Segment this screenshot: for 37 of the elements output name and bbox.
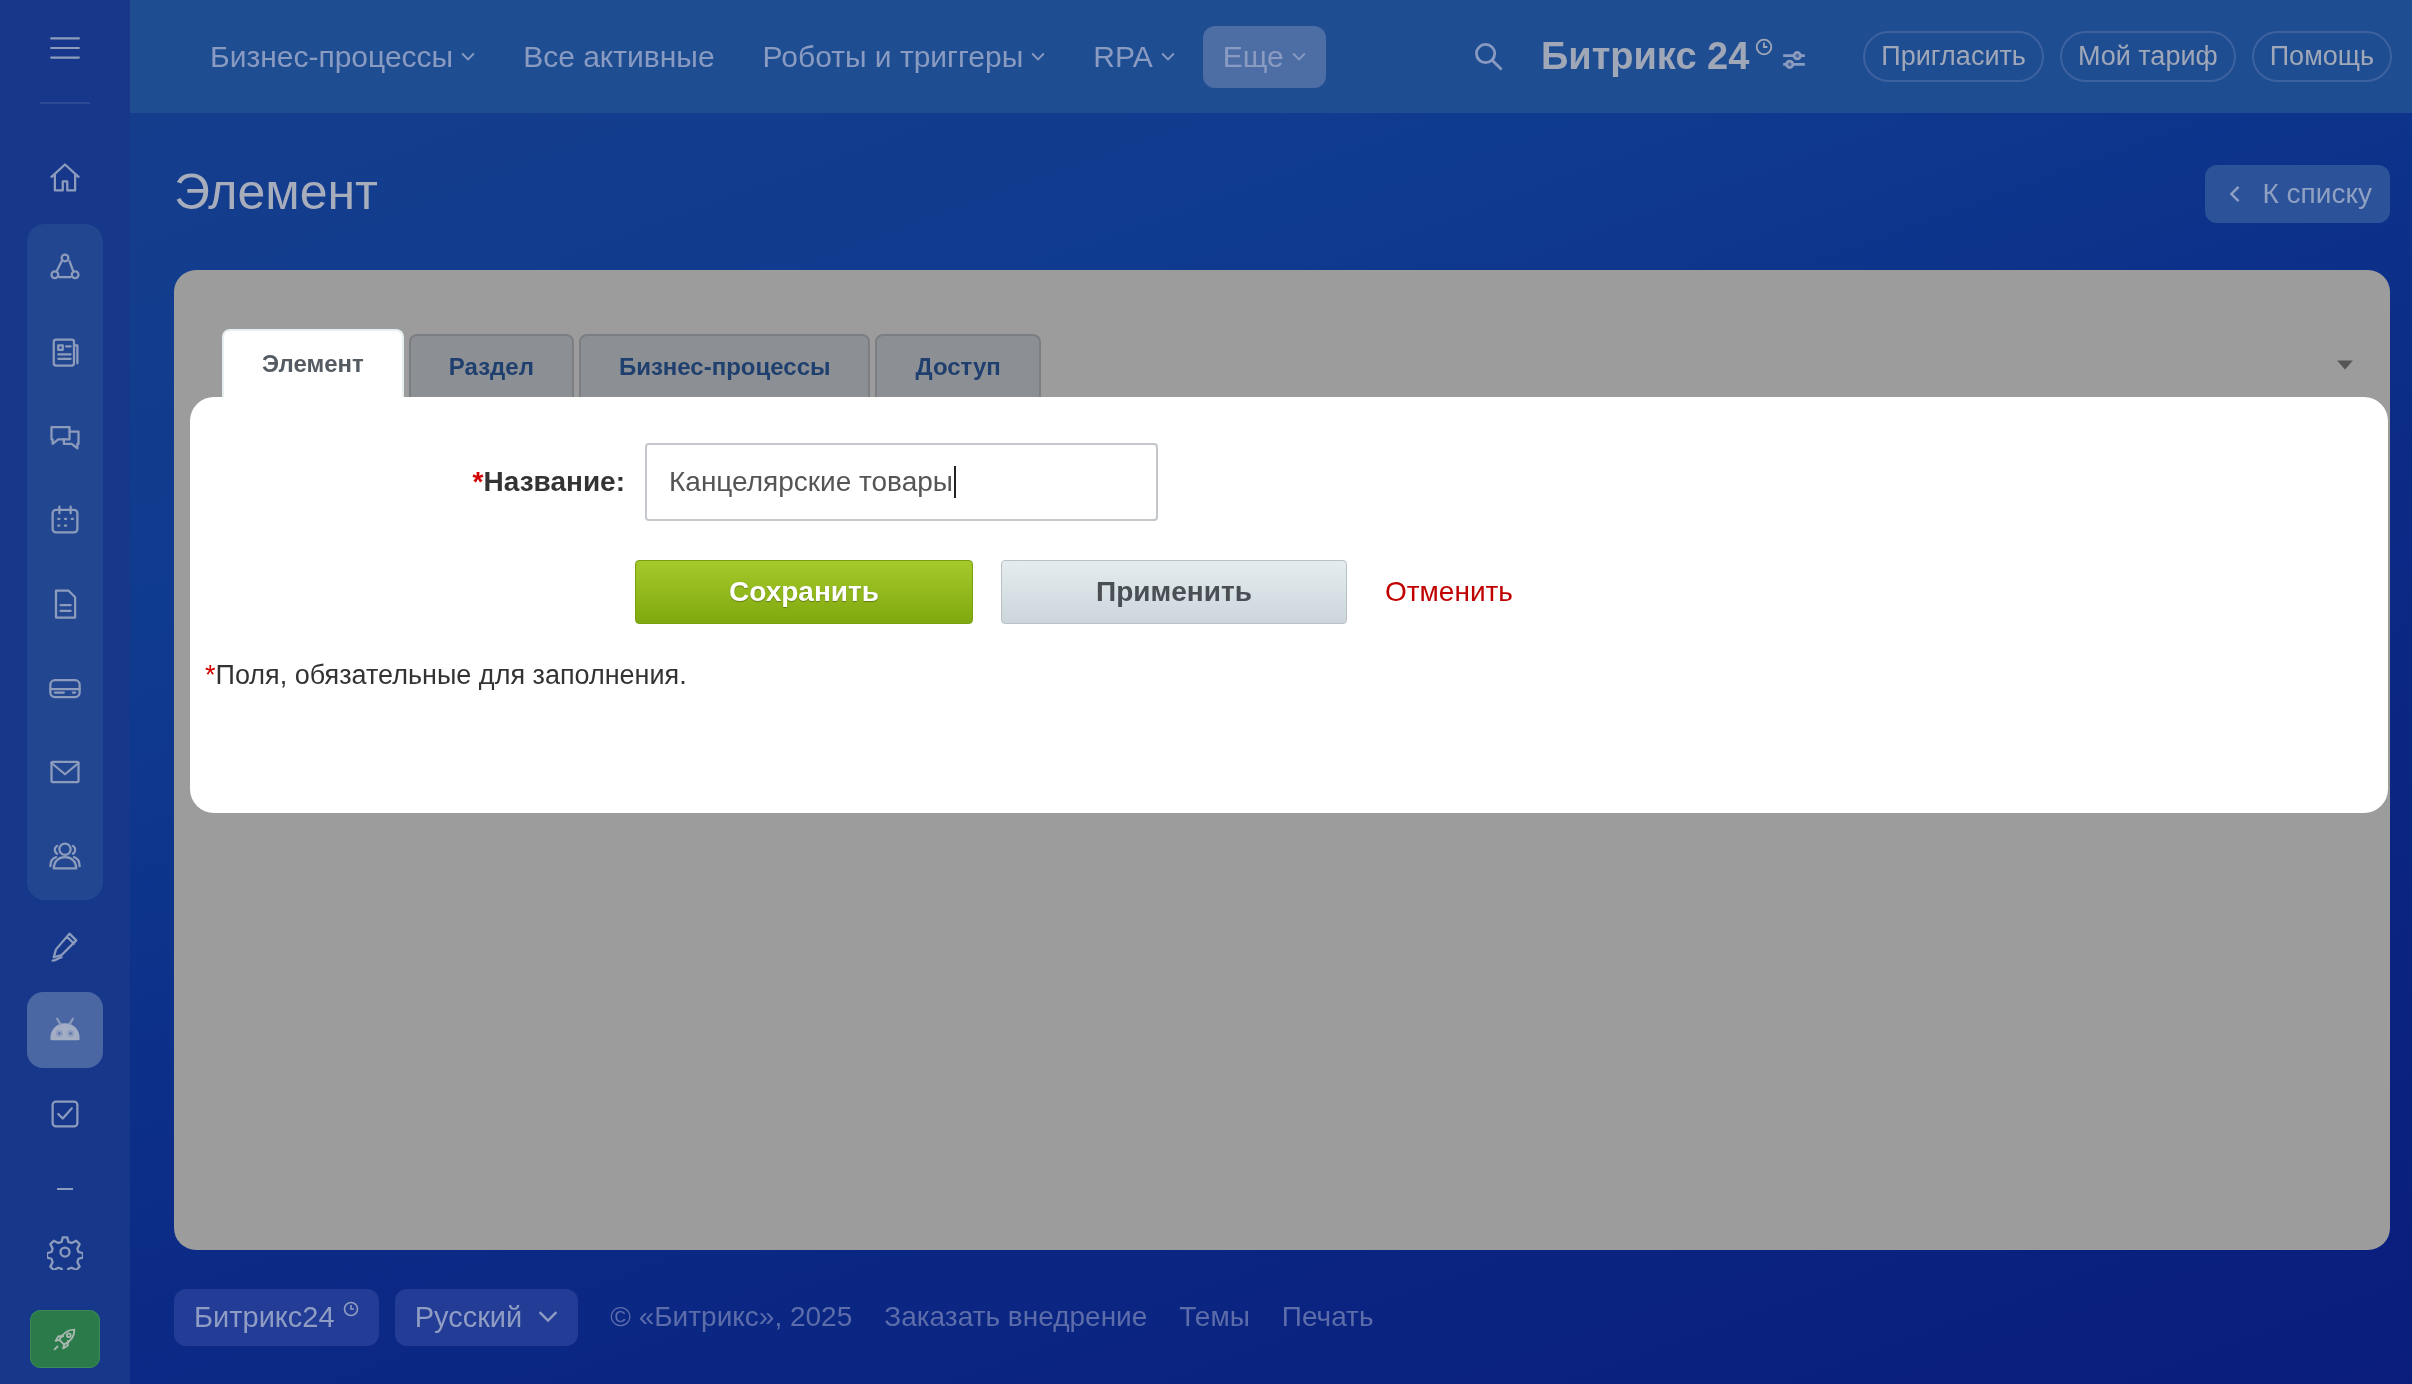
menu-icon[interactable] [49, 36, 81, 60]
header-button[interactable]: Мой тариф [2059, 31, 2236, 82]
apply-button[interactable]: Применить [1001, 560, 1347, 624]
copyright-text: © «Битрикс», 2025 [610, 1301, 853, 1333]
nav-menu-item[interactable]: Еще [1202, 25, 1326, 88]
logo[interactable]: Битрикс 24 [1541, 35, 1750, 78]
settings-icon[interactable] [47, 1234, 83, 1270]
tab[interactable]: Элемент [222, 329, 404, 397]
language-select[interactable]: Русский [394, 1288, 579, 1346]
clock-icon [342, 1300, 359, 1317]
chevron-down-icon [538, 1311, 559, 1323]
search-icon[interactable] [1473, 40, 1505, 73]
nav-menu-item[interactable]: Бизнес-процессы [190, 25, 496, 88]
tab[interactable]: Бизнес-процессы [578, 334, 871, 397]
footer-logo[interactable]: Битрикс24 [174, 1288, 379, 1346]
nav-menu-item[interactable]: RPA [1073, 25, 1195, 88]
footer-link[interactable]: Печать [1281, 1301, 1374, 1333]
back-button[interactable]: К списку [2204, 164, 2390, 223]
page-title: Элемент [174, 162, 378, 221]
header-button[interactable]: Пригласить [1863, 31, 2044, 82]
dropdown-arrow-icon[interactable] [2336, 358, 2354, 371]
tab[interactable]: Доступ [875, 334, 1041, 397]
field-label: *Название: [471, 466, 625, 498]
tab[interactable]: Раздел [408, 334, 574, 397]
rocket-button[interactable] [30, 1310, 100, 1368]
name-input[interactable]: Канцелярские товары [645, 443, 1158, 521]
clock-icon [1755, 38, 1774, 56]
nav-menu-item[interactable]: Роботы и триггеры [742, 25, 1066, 88]
footer-link[interactable]: Темы [1179, 1301, 1250, 1333]
cancel-link[interactable]: Отменить [1385, 576, 1513, 608]
required-fields-note: *Поля, обязательные для заполнения. [205, 660, 688, 691]
header-button[interactable]: Помощь [2251, 31, 2392, 82]
chevron-left-icon [2228, 183, 2241, 204]
save-button[interactable]: Сохранить [635, 560, 973, 624]
footer-link[interactable]: Заказать внедрение [884, 1301, 1148, 1333]
sidebar-item[interactable] [27, 992, 103, 1068]
nav-menu-item[interactable]: Все активные [503, 25, 735, 88]
